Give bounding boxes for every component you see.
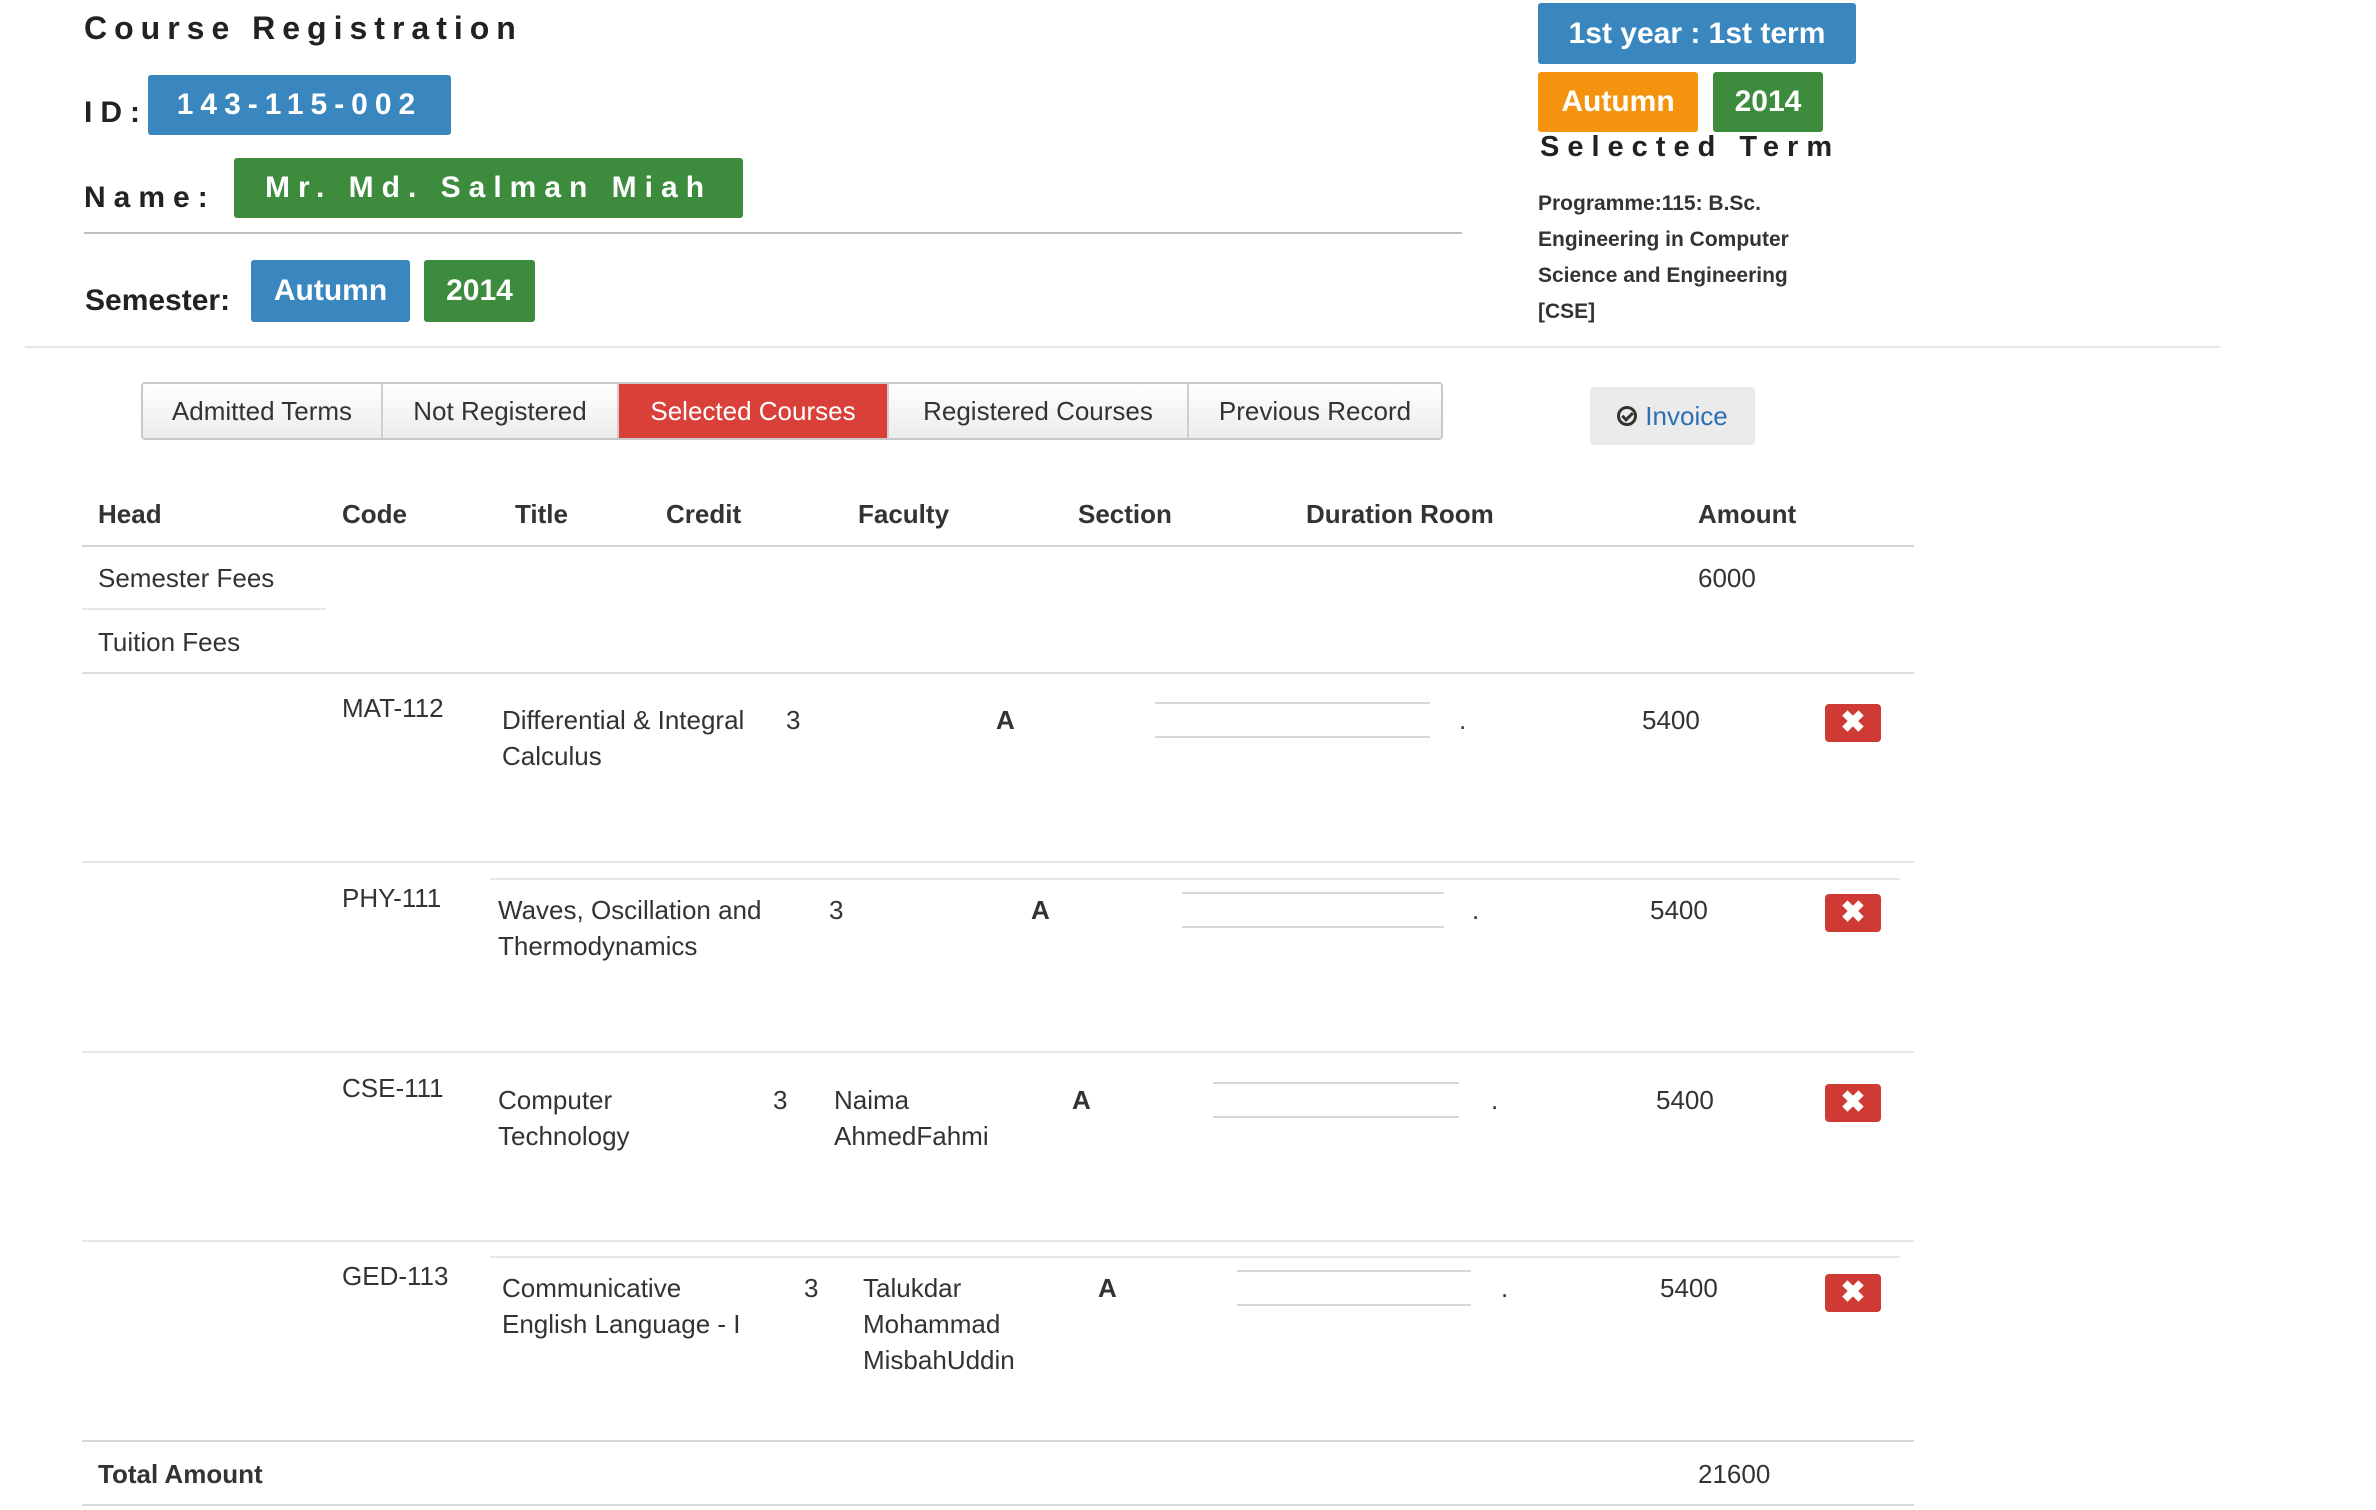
course-title-line: Communicative xyxy=(502,1273,682,1303)
course-title-line: Calculus xyxy=(502,741,602,771)
col-duration-room: Duration Room xyxy=(1306,499,1494,529)
tab-not-registered[interactable]: Not Registered xyxy=(383,384,619,438)
term-season-badge: Autumn xyxy=(1538,72,1698,132)
col-amount: Amount xyxy=(1698,499,1797,529)
col-credit: Credit xyxy=(666,499,742,529)
col-head: Head xyxy=(98,499,162,529)
course-room: . xyxy=(1459,705,1467,735)
tab-registered-courses[interactable]: Registered Courses xyxy=(889,384,1189,438)
semester-season-badge: Autumn xyxy=(251,260,410,322)
total-label: Total Amount xyxy=(98,1459,263,1489)
faculty-line: MisbahUddin xyxy=(863,1345,1015,1375)
programme-line: Science and Engineering xyxy=(1538,264,1788,287)
remove-course-button[interactable]: ✖ xyxy=(1825,894,1881,932)
course-title: Differential & Integral Calculus xyxy=(502,702,744,774)
course-title-line: Waves, Oscillation and xyxy=(498,895,762,925)
page-title: Course Registration xyxy=(84,10,523,46)
download-circle-icon xyxy=(1617,406,1638,426)
course-code: CSE-111 xyxy=(342,1073,444,1103)
fee-head-semester: Semester Fees xyxy=(98,563,275,593)
col-section: Section xyxy=(1078,499,1172,529)
duration-room-slot xyxy=(1182,892,1444,928)
faculty-line: Mohammad xyxy=(863,1309,1001,1339)
tab-admitted-terms[interactable]: Admitted Terms xyxy=(143,384,383,438)
selected-term-label: Selected Term xyxy=(1540,131,1841,163)
total-amount: 21600 xyxy=(1698,1459,1771,1489)
course-room: . xyxy=(1472,895,1480,925)
course-credit: 3 xyxy=(829,895,844,925)
tab-selected-courses[interactable]: Selected Courses xyxy=(619,384,889,438)
course-title-line: Thermodynamics xyxy=(498,931,698,961)
invoice-label: Invoice xyxy=(1645,400,1728,431)
course-title-line: Computer xyxy=(498,1085,613,1115)
student-id-badge: 143-115-002 xyxy=(148,75,451,135)
faculty-line: AhmedFahmi xyxy=(834,1121,989,1151)
remove-course-button[interactable]: ✖ xyxy=(1825,704,1881,742)
course-amount: 5400 xyxy=(1656,1085,1714,1115)
course-title: Computer Technology xyxy=(498,1082,630,1154)
col-title: Title xyxy=(515,499,568,529)
course-section: A xyxy=(1031,895,1050,925)
student-name-badge: Mr. Md. Salman Miah xyxy=(234,158,743,218)
remove-course-button[interactable]: ✖ xyxy=(1825,1274,1881,1312)
course-credit: 3 xyxy=(786,705,801,735)
faculty-line: Naima xyxy=(834,1085,910,1115)
invoice-button[interactable]: Invoice xyxy=(1590,387,1755,445)
course-amount: 5400 xyxy=(1660,1273,1718,1303)
course-room: . xyxy=(1501,1273,1509,1303)
duration-room-slot xyxy=(1213,1082,1459,1118)
id-label: ID: xyxy=(84,96,148,129)
fee-head-tuition: Tuition Fees xyxy=(98,627,241,657)
course-code: MAT-112 xyxy=(342,693,444,723)
course-amount: 5400 xyxy=(1642,705,1700,735)
semester-label: Semester: xyxy=(85,284,231,317)
tab-previous-record[interactable]: Previous Record xyxy=(1189,384,1441,438)
name-label: Name: xyxy=(84,181,216,214)
col-faculty: Faculty xyxy=(858,499,950,529)
course-title: Communicative English Language - I xyxy=(502,1270,741,1342)
course-code: GED-113 xyxy=(342,1261,449,1291)
course-title-line: Differential & Integral xyxy=(502,705,745,735)
course-section: A xyxy=(996,705,1015,735)
course-room: . xyxy=(1491,1085,1499,1115)
programme-line: Engineering in Computer xyxy=(1538,228,1789,251)
times-icon: ✖ xyxy=(1840,706,1866,739)
col-code: Code xyxy=(342,499,407,529)
course-credit: 3 xyxy=(773,1085,788,1115)
programme-line: [CSE] xyxy=(1538,300,1596,323)
programme-info: Programme:115: B.Sc. Engineering in Comp… xyxy=(1538,186,1868,330)
course-title: Waves, Oscillation and Thermodynamics xyxy=(498,892,761,964)
course-section: A xyxy=(1072,1085,1091,1115)
course-title-line: English Language - I xyxy=(502,1309,741,1339)
times-icon: ✖ xyxy=(1840,1086,1866,1119)
course-title-line: Technology xyxy=(498,1121,630,1151)
course-tabs: Admitted Terms Not Registered Selected C… xyxy=(141,382,1443,440)
term-year-badge: 2014 xyxy=(1713,72,1823,132)
course-amount: 5400 xyxy=(1650,895,1708,925)
duration-room-slot xyxy=(1155,702,1430,738)
programme-line: Programme:115: B.Sc. xyxy=(1538,192,1761,215)
year-term-badge: 1st year : 1st term xyxy=(1538,3,1856,64)
fee-amount-semester: 6000 xyxy=(1698,563,1756,593)
remove-course-button[interactable]: ✖ xyxy=(1825,1084,1881,1122)
faculty-line: Talukdar xyxy=(863,1273,962,1303)
course-credit: 3 xyxy=(804,1273,819,1303)
times-icon: ✖ xyxy=(1840,896,1866,929)
course-section: A xyxy=(1098,1273,1117,1303)
duration-room-slot xyxy=(1237,1270,1471,1306)
times-icon: ✖ xyxy=(1840,1276,1866,1309)
semester-year-badge: 2014 xyxy=(424,260,535,322)
course-faculty: Naima AhmedFahmi xyxy=(834,1082,989,1154)
course-code: PHY-111 xyxy=(342,883,442,913)
course-faculty: Talukdar Mohammad MisbahUddin xyxy=(863,1270,1015,1378)
